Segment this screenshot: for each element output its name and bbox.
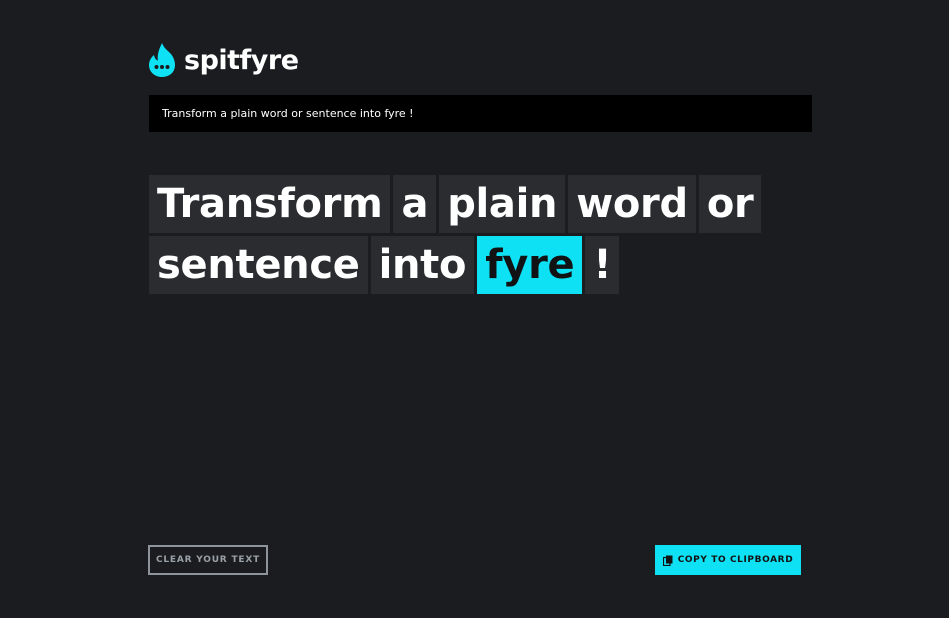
flame-chat-icon: [149, 43, 175, 77]
word-chip[interactable]: or: [698, 175, 762, 233]
app-page: spitfyre Transform a plain word or sentence in…: [0, 0, 949, 618]
clear-text-button[interactable]: CLEAR YOUR TEXT: [148, 545, 268, 575]
copy-to-clipboard-button[interactable]: COPY TO CLIPBOARD: [655, 545, 801, 575]
word-chip[interactable]: a: [393, 175, 437, 233]
word-chip[interactable]: fyre: [477, 236, 583, 294]
brand-name: spitfyre: [184, 44, 299, 76]
text-input[interactable]: [149, 95, 812, 132]
word-chip[interactable]: Transform: [149, 175, 391, 233]
copy-button-label: COPY TO CLIPBOARD: [677, 555, 794, 565]
clipboard-icon: [662, 555, 673, 566]
word-chip[interactable]: into: [370, 236, 475, 294]
brand: spitfyre: [148, 42, 299, 78]
word-list: Transform a plain word or sentence into fyre!: [149, 175, 829, 294]
word-chip[interactable]: sentence: [149, 236, 368, 294]
word-chip[interactable]: plain: [439, 175, 566, 233]
word-chip[interactable]: !: [585, 236, 620, 294]
word-chip[interactable]: word: [568, 175, 696, 233]
